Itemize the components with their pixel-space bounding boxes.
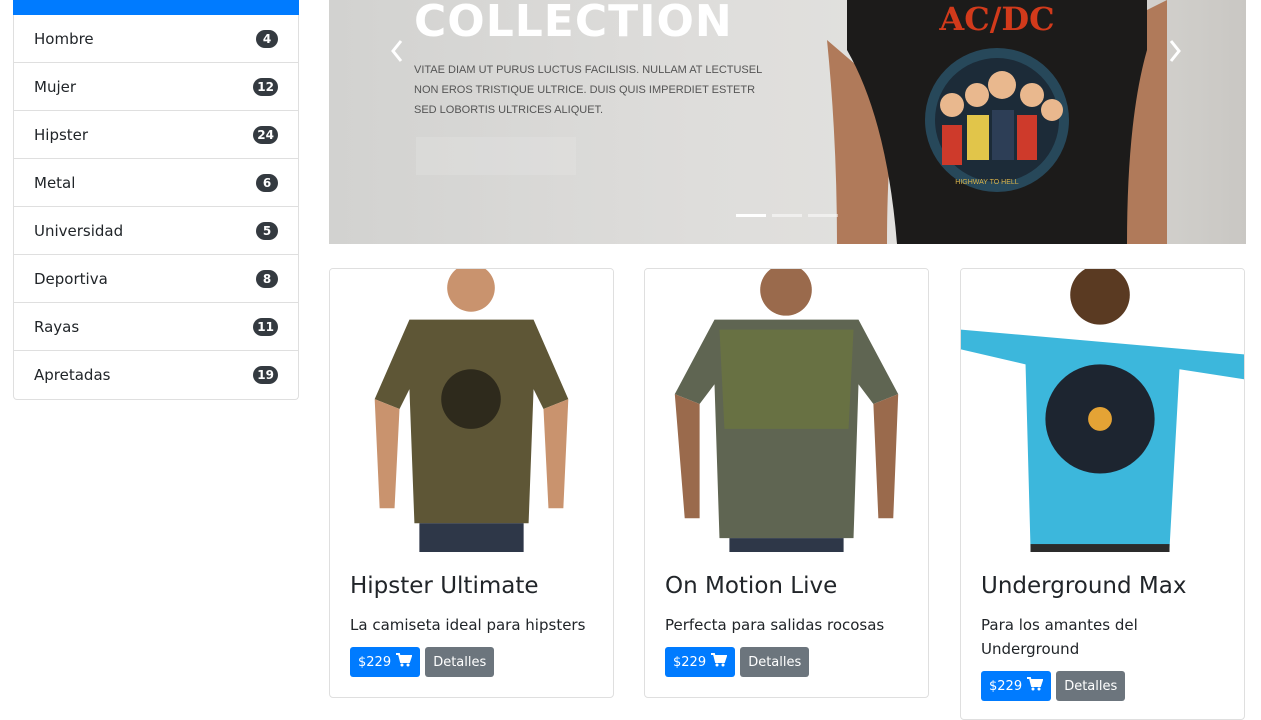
category-item-universidad[interactable]: Universidad 5: [14, 207, 298, 255]
category-label: Universidad: [34, 221, 124, 240]
category-count-badge: 19: [253, 366, 278, 384]
product-image: [330, 269, 613, 553]
product-title: Underground Max: [981, 573, 1187, 599]
category-count-badge: 12: [253, 77, 278, 96]
category-item-mujer[interactable]: Mujer 12: [14, 63, 298, 111]
svg-text:AC/DC: AC/DC: [938, 0, 1054, 38]
product-card-body: Hipster Ultimate La camiseta ideal para …: [330, 553, 613, 697]
category-count-badge: 5: [256, 221, 278, 240]
product-price: $229: [358, 654, 392, 670]
product-price: $229: [673, 654, 707, 670]
carousel-ghost-button[interactable]: [416, 137, 576, 175]
product-image: [645, 269, 928, 553]
product-description: Perfecta para salidas rocosas: [665, 616, 885, 634]
svg-text:HIGHWAY TO HELL: HIGHWAY TO HELL: [955, 179, 1019, 186]
category-sidebar: Hombre 4 Mujer 12 Hipster 24 Metal 6 Uni…: [13, 0, 299, 400]
carousel-indicators: [736, 214, 838, 217]
category-item-rayas[interactable]: Rayas 11: [14, 303, 298, 351]
product-title: Hipster Ultimate: [350, 573, 539, 599]
sidebar-header-bar: [13, 0, 299, 15]
category-list: Hombre 4 Mujer 12 Hipster 24 Metal 6 Uni…: [13, 15, 299, 400]
category-count-badge: 24: [253, 125, 278, 144]
category-count-badge: 11: [253, 317, 278, 336]
product-price: $229: [989, 678, 1023, 694]
add-to-cart-button[interactable]: $229: [665, 647, 736, 677]
category-label: Hipster: [34, 125, 89, 144]
details-button[interactable]: Detalles: [425, 647, 495, 677]
category-label: Rayas: [34, 317, 80, 336]
product-card-body: Underground Max Para los amantes del Und…: [961, 553, 1244, 719]
product-card: On Motion Live Perfecta para salidas roc…: [644, 268, 929, 698]
cart-icon: [1027, 677, 1044, 695]
details-button[interactable]: Detalles: [740, 647, 810, 677]
product-description: La camiseta ideal para hipsters: [350, 616, 586, 634]
carousel-indicator-2[interactable]: [772, 214, 802, 217]
add-to-cart-button[interactable]: $229: [350, 647, 421, 677]
category-label: Apretadas: [34, 366, 111, 384]
carousel-prev-icon[interactable]: [389, 38, 405, 71]
category-count-badge: 8: [256, 269, 278, 288]
carousel-indicator-3[interactable]: [808, 214, 838, 217]
category-label: Hombre: [34, 29, 94, 48]
category-label: Mujer: [34, 77, 77, 96]
category-item-deportiva[interactable]: Deportiva 8: [14, 255, 298, 303]
hero-carousel: COLLECTION VITAE DIAM UT PURUS LUCTUS FA…: [329, 0, 1246, 244]
category-item-hombre[interactable]: Hombre 4: [14, 15, 298, 63]
carousel-caption: VITAE DIAM UT PURUS LUCTUS FACILISIS. NU…: [414, 64, 762, 116]
details-button[interactable]: Detalles: [1056, 671, 1126, 701]
carousel-indicator-1[interactable]: [736, 214, 766, 217]
category-item-apretadas[interactable]: Apretadas 19: [14, 351, 298, 399]
product-card-body: On Motion Live Perfecta para salidas roc…: [645, 553, 928, 697]
category-count-badge: 6: [256, 173, 278, 192]
category-label: Deportiva: [34, 269, 108, 288]
category-item-hipster[interactable]: Hipster 24: [14, 111, 298, 159]
category-count-badge: 4: [256, 29, 278, 48]
carousel-title: COLLECTION: [414, 0, 733, 47]
category-item-metal[interactable]: Metal 6: [14, 159, 298, 207]
product-card: Hipster Ultimate La camiseta ideal para …: [329, 268, 614, 698]
product-title: On Motion Live: [665, 573, 838, 599]
category-label: Metal: [34, 173, 76, 192]
add-to-cart-button[interactable]: $229: [981, 671, 1052, 701]
product-description: Para los amantes del Underground: [981, 616, 1138, 658]
cart-icon: [711, 653, 728, 671]
carousel-model-image: AC/DC HIGHWAY TO HELL: [827, 0, 1167, 244]
cart-icon: [396, 653, 413, 671]
product-card: Underground Max Para los amantes del Und…: [960, 268, 1245, 720]
carousel-next-icon[interactable]: [1167, 38, 1183, 71]
product-image: [961, 269, 1244, 553]
